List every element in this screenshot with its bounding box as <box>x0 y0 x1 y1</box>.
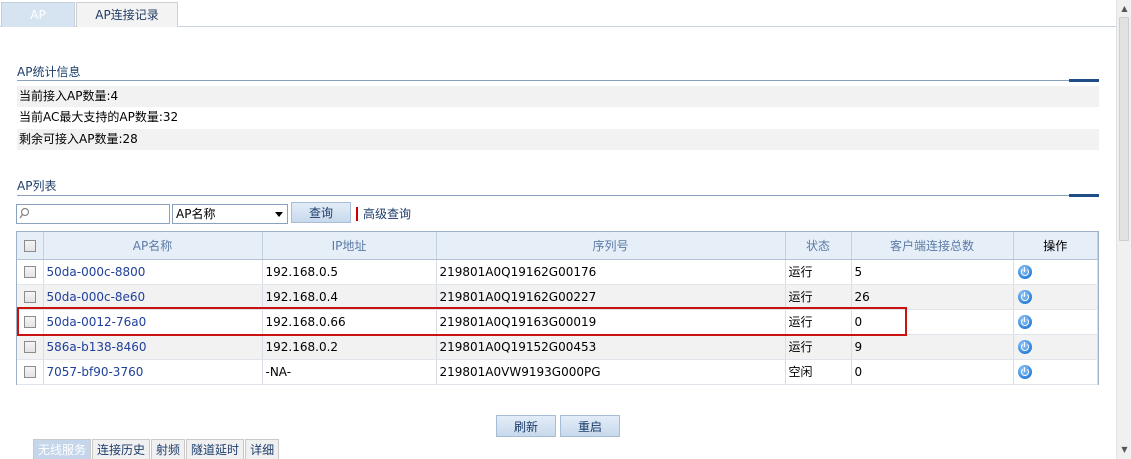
chevron-down-icon <box>275 212 283 217</box>
select-all-checkbox[interactable] <box>23 239 36 252</box>
ip-cell: 192.168.0.2 <box>262 334 437 360</box>
clients-cell: 9 <box>851 334 1014 360</box>
ap-list-title: AP列表 <box>17 179 57 193</box>
clients-cell: 26 <box>851 284 1014 310</box>
status-cell: 运行 <box>785 284 852 310</box>
column-header-status[interactable]: 状态 <box>785 232 852 260</box>
ap-name-link[interactable]: 50da-000c-8800 <box>43 259 263 285</box>
vertical-scrollbar[interactable]: ▲ ▼ <box>1116 0 1131 459</box>
row-checkbox-cell <box>17 359 44 385</box>
action-cell <box>1013 309 1098 335</box>
status-cell: 运行 <box>785 259 852 285</box>
stat-current-ap-count: 当前接入AP数量:4 <box>17 86 1099 107</box>
tab-connection-history[interactable]: 连接历史 <box>92 439 151 459</box>
action-cell <box>1013 359 1098 385</box>
section-divider-accent <box>1069 79 1099 82</box>
status-cell: 空闲 <box>785 359 852 385</box>
power-icon[interactable] <box>1017 339 1032 354</box>
serial-cell: 219801A0Q19162G00176 <box>436 259 786 285</box>
serial-cell: 219801A0Q19162G00227 <box>436 284 786 310</box>
action-cell <box>1013 259 1098 285</box>
table-header-row: AP名称 IP地址 序列号 状态 客户端连接总数 操作 <box>17 232 1098 260</box>
ap-stats-title: AP统计信息 <box>17 65 81 79</box>
ip-cell: 192.168.0.5 <box>262 259 437 285</box>
row-checkbox-cell <box>17 284 44 310</box>
action-cell <box>1013 334 1098 360</box>
search-field[interactable] <box>16 204 170 224</box>
tab-ap[interactable]: AP <box>1 2 75 27</box>
status-cell: 运行 <box>785 309 852 335</box>
column-header-clients[interactable]: 客户端连接总数 <box>851 232 1014 260</box>
ap-name-link[interactable]: 50da-0012-76a0 <box>43 309 263 335</box>
tab-ap-connection-log[interactable]: AP连接记录 <box>76 2 178 27</box>
search-field-select-value: AP名称 <box>176 207 216 221</box>
tab-details[interactable]: 详细 <box>245 439 280 459</box>
serial-cell: 219801A0VW9193G000PG <box>436 359 786 385</box>
table-row[interactable]: 586a-b138-8460 192.168.0.2 219801A0Q1915… <box>17 334 1098 360</box>
power-icon[interactable] <box>1017 289 1032 304</box>
row-checkbox[interactable] <box>23 266 36 278</box>
status-cell: 运行 <box>785 334 852 360</box>
ap-table: AP名称 IP地址 序列号 状态 客户端连接总数 操作 50da-000c-88… <box>16 231 1099 385</box>
ap-name-link[interactable]: 50da-000c-8e60 <box>43 284 263 310</box>
power-icon[interactable] <box>1017 314 1032 329</box>
clients-cell: 0 <box>851 309 1014 335</box>
section-divider-accent <box>1069 194 1099 197</box>
tab-tunnel-latency[interactable]: 隧道延时 <box>186 439 245 459</box>
refresh-button[interactable]: 刷新 <box>496 415 556 437</box>
column-header-ip[interactable]: IP地址 <box>262 232 437 260</box>
clients-cell: 0 <box>851 359 1014 385</box>
query-button[interactable]: 查询 <box>291 202 351 223</box>
select-all-cell <box>17 232 44 260</box>
row-checkbox-cell <box>17 259 44 285</box>
stat-remaining-ap-count: 剩余可接入AP数量:28 <box>17 129 1099 150</box>
serial-cell: 219801A0Q19163G00019 <box>436 309 786 335</box>
stat-max-ap-count: 当前AC最大支持的AP数量:32 <box>19 110 179 124</box>
tab-wireless-service[interactable]: 无线服务 <box>33 439 92 459</box>
scroll-up-icon[interactable]: ▲ <box>1117 2 1131 16</box>
row-checkbox[interactable] <box>23 366 36 378</box>
table-row[interactable]: 7057-bf90-3760 -NA- 219801A0VW9193G000PG… <box>17 359 1098 385</box>
clients-cell: 5 <box>851 259 1014 285</box>
column-header-ap-name[interactable]: AP名称 <box>43 232 263 260</box>
table-row[interactable]: 50da-000c-8e60 192.168.0.4 219801A0Q1916… <box>17 284 1098 310</box>
ap-name-link[interactable]: 586a-b138-8460 <box>43 334 263 360</box>
search-field-select[interactable]: AP名称 <box>172 204 288 224</box>
power-icon[interactable] <box>1017 364 1032 379</box>
ap-name-link[interactable]: 7057-bf90-3760 <box>43 359 263 385</box>
scroll-thumb[interactable] <box>1119 17 1129 241</box>
power-icon[interactable] <box>1017 264 1032 279</box>
detail-tab-bar: 无线服务 连接历史 射频 隧道延时 详细 <box>33 439 280 459</box>
section-divider <box>17 195 1099 196</box>
reboot-button[interactable]: 重启 <box>560 415 620 437</box>
row-checkbox[interactable] <box>23 341 36 353</box>
ip-cell: -NA- <box>262 359 437 385</box>
tab-bar: AP AP连接记录 <box>0 0 1116 27</box>
row-checkbox-cell <box>17 334 44 360</box>
tab-radio[interactable]: 射频 <box>151 439 186 459</box>
ip-cell: 192.168.0.66 <box>262 309 437 335</box>
search-input[interactable] <box>33 206 167 222</box>
table-row[interactable]: 50da-000c-8800 192.168.0.5 219801A0Q1916… <box>17 259 1098 285</box>
column-header-actions: 操作 <box>1013 232 1098 260</box>
column-header-serial[interactable]: 序列号 <box>436 232 786 260</box>
section-divider <box>17 80 1099 81</box>
row-checkbox[interactable] <box>23 316 36 328</box>
advanced-query-link[interactable]: 高级查询 <box>356 207 411 221</box>
search-icon <box>19 207 30 219</box>
serial-cell: 219801A0Q19152G00453 <box>436 334 786 360</box>
ip-cell: 192.168.0.4 <box>262 284 437 310</box>
row-checkbox[interactable] <box>23 291 36 303</box>
action-cell <box>1013 284 1098 310</box>
table-row[interactable]: 50da-0012-76a0 192.168.0.66 219801A0Q191… <box>17 309 1098 335</box>
row-checkbox-cell <box>17 309 44 335</box>
scroll-down-icon[interactable]: ▼ <box>1117 443 1131 457</box>
